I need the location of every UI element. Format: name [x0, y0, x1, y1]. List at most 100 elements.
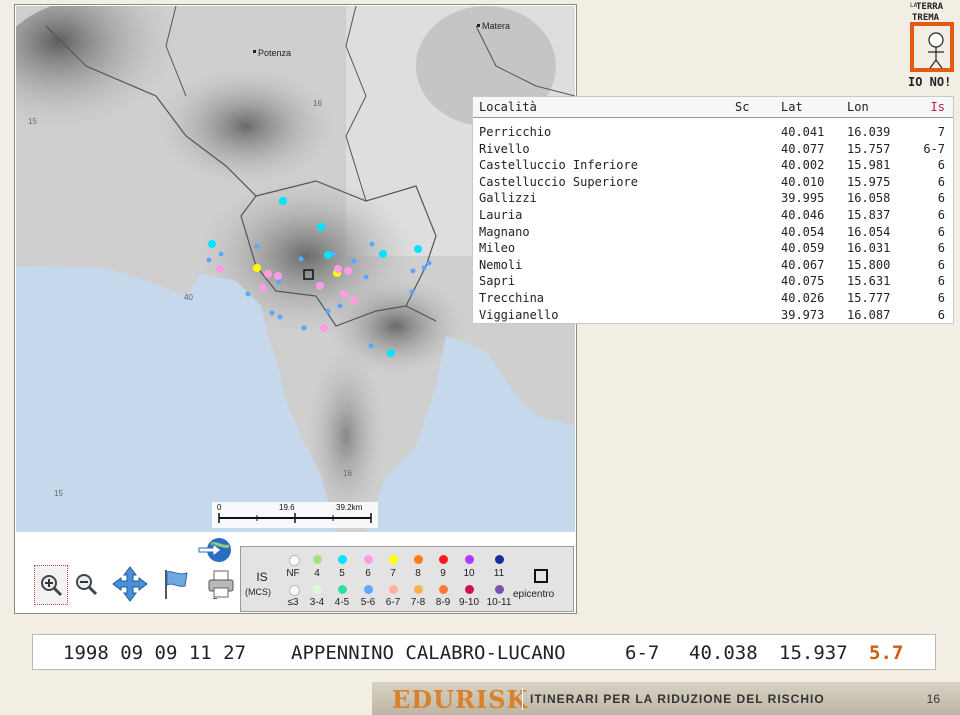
table-row[interactable]: Castelluccio Inferiore 40.002 15.981 6 — [473, 157, 953, 174]
lat-cell: 40.075 — [781, 274, 825, 289]
event-intensity: 6-7 — [625, 642, 660, 664]
zoom-out-icon[interactable] — [70, 565, 102, 603]
lat-cell: 40.010 — [781, 174, 825, 189]
locality-cell: Mileo — [479, 241, 516, 256]
logo-line1: TERRA — [916, 2, 944, 12]
event-area: APPENNINO CALABRO-LUCANO — [291, 642, 566, 664]
localities-table: Località Sc Lat Lon Is Perricchio 40.041 1… — [472, 96, 954, 324]
scale-mid: 19.6 — [279, 503, 295, 512]
legend-dot-top — [414, 555, 423, 564]
event-date: 1998 09 09 11 27 — [63, 642, 247, 664]
table-row[interactable]: Viggianello 39.973 16.087 6 — [473, 307, 953, 324]
table-row[interactable]: Lauria 40.046 15.837 6 — [473, 207, 953, 224]
table-row[interactable]: Perricchio 40.041 16.039 7 — [473, 124, 953, 141]
locality-cell: Lauria — [479, 207, 523, 222]
page-number: 16 — [926, 692, 940, 706]
table-row[interactable]: Magnano 40.054 16.054 6 — [473, 224, 953, 241]
legend-dot-top — [364, 555, 373, 564]
table-row[interactable]: Sapri 40.075 15.631 6 — [473, 273, 953, 290]
lat-cell: 39.973 — [781, 307, 825, 322]
footer-bar: EDURISK ITINERARI PER LA RIDUZIONE DEL R… — [372, 682, 960, 715]
header-locality[interactable]: Località — [479, 100, 537, 114]
lon-cell: 16.054 — [847, 224, 891, 239]
is-cell: 6 — [937, 191, 945, 206]
legend-label-top: 9 — [440, 568, 446, 579]
is-cell: 7 — [937, 125, 945, 139]
table-row[interactable]: Gallizzi 39.995 16.058 6 — [473, 190, 953, 207]
logo-line3: IO NO! — [908, 75, 951, 89]
lon-cell: 16.039 — [847, 125, 891, 139]
grid-label-15-bottom: 15 — [54, 489, 63, 498]
table-header: Località Sc Lat Lon Is — [473, 97, 953, 118]
legend-epicentre-label: epicentro — [513, 589, 555, 600]
is-cell: 6 — [937, 274, 945, 289]
is-cell: 6 — [937, 257, 945, 272]
legend-dot-top — [289, 555, 300, 566]
lon-cell: 15.800 — [847, 257, 891, 272]
table-row[interactable]: Trecchina 40.026 15.777 6 — [473, 290, 953, 307]
legend-label-top: 10 — [463, 568, 475, 579]
legend-dot-bottom — [439, 585, 448, 594]
legend-label-top: 6 — [365, 568, 371, 579]
lon-cell: 15.777 — [847, 290, 891, 305]
legend-label-bottom: 7-8 — [410, 597, 426, 608]
locality-cell: Castelluccio Inferiore — [479, 158, 638, 173]
legend-dot-top — [338, 555, 347, 564]
scale-bar: 0 19.6 39.2km — [212, 502, 378, 528]
lat-cell: 40.077 — [781, 141, 825, 156]
table-body: Perricchio 40.041 16.039 7 Rivello 40.077 15.7… — [473, 118, 953, 323]
legend-dot-bottom — [313, 585, 322, 594]
locality-cell: Perricchio — [479, 125, 552, 139]
logo-line2: TREMA — [912, 13, 940, 23]
pan-arrows-icon[interactable] — [104, 565, 156, 603]
legend-title: IS — [256, 570, 268, 584]
legend-label-top: 7 — [390, 568, 396, 579]
lat-cell: 39.995 — [781, 191, 825, 206]
zoom-in-icon[interactable] — [34, 565, 68, 605]
grid-label-16-bottom: 16 — [343, 469, 352, 478]
legend-scale: (MCS) — [245, 587, 271, 597]
locality-cell: Gallizzi — [479, 191, 537, 206]
terra-trema-logo: LA TERRA TREMA IO NO! — [906, 0, 960, 90]
legend-label-bottom: 5-6 — [360, 597, 376, 608]
legend-dot-bottom — [389, 585, 398, 594]
header-lat[interactable]: Lat — [781, 100, 803, 114]
legend-label-top: 8 — [415, 568, 421, 579]
legend-dot-bottom — [289, 585, 300, 596]
locality-cell: Magnano — [479, 224, 530, 239]
table-row[interactable]: Castelluccio Superiore 40.010 15.975 6 — [473, 174, 953, 191]
is-cell: 6 — [937, 241, 945, 256]
event-lat: 40.038 — [689, 642, 758, 664]
legend-dot-bottom — [364, 585, 373, 594]
legend-dot-bottom — [414, 585, 423, 594]
header-sc[interactable]: Sc — [735, 100, 749, 114]
table-row[interactable]: Mileo 40.059 16.031 6 — [473, 240, 953, 257]
table-row[interactable]: Rivello 40.077 15.757 6-7 — [473, 141, 953, 158]
google-earth-icon[interactable] — [196, 535, 236, 565]
lon-cell: 15.975 — [847, 174, 891, 189]
scale-zero: 0 — [217, 503, 222, 512]
flag-icon[interactable] — [158, 565, 192, 603]
locality-cell: Nemoli — [479, 257, 523, 272]
is-cell: 6 — [937, 290, 945, 305]
legend-label-bottom: 8-9 — [435, 597, 451, 608]
legend-dot-bottom — [465, 585, 474, 594]
lon-cell: 16.058 — [847, 191, 891, 206]
grid-label-16-top: 16 — [313, 99, 322, 108]
is-cell: 6 — [937, 158, 945, 173]
event-lon: 15.937 — [779, 642, 848, 664]
locality-cell: Rivello — [479, 141, 530, 156]
grid-label-40: 40 — [184, 293, 193, 302]
is-cell: 6 — [937, 307, 945, 322]
lon-cell: 16.031 — [847, 241, 891, 256]
header-lon[interactable]: Lon — [847, 100, 869, 114]
locality-cell: Trecchina — [479, 290, 545, 305]
legend-label-bottom: 10-11 — [486, 597, 512, 608]
lat-cell: 40.041 — [781, 125, 825, 139]
table-row[interactable]: Nemoli 40.067 15.800 6 — [473, 257, 953, 274]
town-matera: Matera — [482, 21, 510, 31]
lat-cell: 40.026 — [781, 290, 825, 305]
header-is[interactable]: Is — [931, 100, 945, 114]
printer-icon[interactable] — [204, 567, 238, 601]
scale-end: 39.2km — [336, 503, 363, 512]
